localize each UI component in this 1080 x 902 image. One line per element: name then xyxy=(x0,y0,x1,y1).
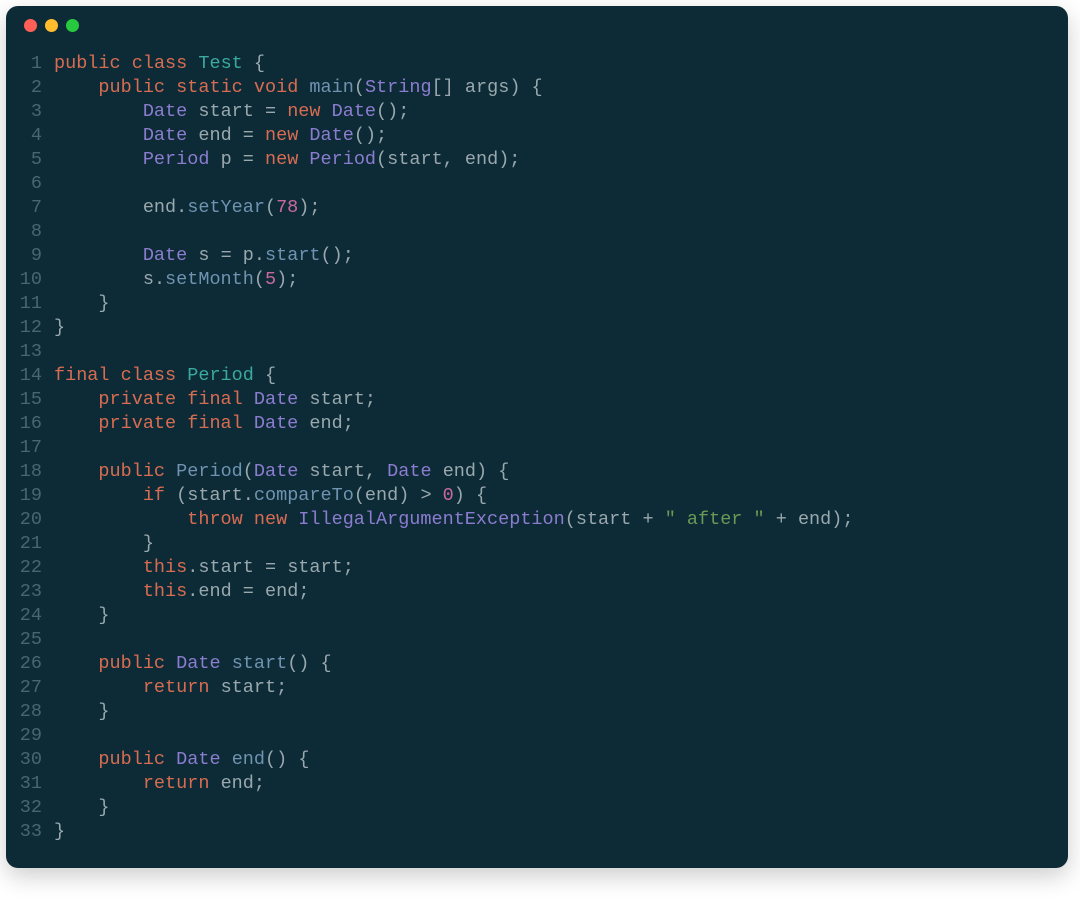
line-number: 24 xyxy=(6,604,54,628)
line-number: 2 xyxy=(6,76,54,100)
code-line[interactable]: 14final class Period { xyxy=(6,364,1068,388)
line-number: 13 xyxy=(6,340,54,364)
code-content[interactable]: throw new IllegalArgumentException(start… xyxy=(54,508,853,532)
code-line[interactable]: 3 Date start = new Date(); xyxy=(6,100,1068,124)
code-line[interactable]: 20 throw new IllegalArgumentException(st… xyxy=(6,508,1068,532)
line-number: 28 xyxy=(6,700,54,724)
code-line[interactable]: 23 this.end = end; xyxy=(6,580,1068,604)
code-line[interactable]: 26 public Date start() { xyxy=(6,652,1068,676)
code-content[interactable]: this.start = start; xyxy=(54,556,354,580)
code-line[interactable]: 7 end.setYear(78); xyxy=(6,196,1068,220)
line-number: 4 xyxy=(6,124,54,148)
code-line[interactable]: 31 return end; xyxy=(6,772,1068,796)
code-line[interactable]: 9 Date s = p.start(); xyxy=(6,244,1068,268)
line-number: 15 xyxy=(6,388,54,412)
line-number: 29 xyxy=(6,724,54,748)
code-line[interactable]: 19 if (start.compareTo(end) > 0) { xyxy=(6,484,1068,508)
code-content[interactable]: public Period(Date start, Date end) { xyxy=(54,460,509,484)
titlebar xyxy=(6,6,1068,44)
line-number: 9 xyxy=(6,244,54,268)
line-number: 5 xyxy=(6,148,54,172)
code-line[interactable]: 2 public static void main(String[] args)… xyxy=(6,76,1068,100)
line-number: 12 xyxy=(6,316,54,340)
code-content[interactable]: Date end = new Date(); xyxy=(54,124,387,148)
line-number: 19 xyxy=(6,484,54,508)
code-content[interactable]: } xyxy=(54,604,110,628)
code-line[interactable]: 13 xyxy=(6,340,1068,364)
line-number: 7 xyxy=(6,196,54,220)
code-content[interactable]: } xyxy=(54,316,65,340)
code-content[interactable]: return start; xyxy=(54,676,287,700)
line-number: 30 xyxy=(6,748,54,772)
line-number: 14 xyxy=(6,364,54,388)
line-number: 31 xyxy=(6,772,54,796)
code-line[interactable]: 10 s.setMonth(5); xyxy=(6,268,1068,292)
code-line[interactable]: 24 } xyxy=(6,604,1068,628)
line-number: 3 xyxy=(6,100,54,124)
line-number: 10 xyxy=(6,268,54,292)
line-number: 18 xyxy=(6,460,54,484)
minimize-dot-icon[interactable] xyxy=(45,19,58,32)
editor-window: 1public class Test {2 public static void… xyxy=(6,6,1068,868)
code-line[interactable]: 1public class Test { xyxy=(6,52,1068,76)
code-content[interactable]: Period p = new Period(start, end); xyxy=(54,148,520,172)
close-dot-icon[interactable] xyxy=(24,19,37,32)
code-line[interactable]: 6 xyxy=(6,172,1068,196)
line-number: 6 xyxy=(6,172,54,196)
line-number: 33 xyxy=(6,820,54,844)
code-line[interactable]: 17 xyxy=(6,436,1068,460)
line-number: 16 xyxy=(6,412,54,436)
code-content[interactable]: s.setMonth(5); xyxy=(54,268,298,292)
code-content[interactable]: private final Date end; xyxy=(54,412,354,436)
line-number: 8 xyxy=(6,220,54,244)
line-number: 27 xyxy=(6,676,54,700)
code-content[interactable]: end.setYear(78); xyxy=(54,196,321,220)
code-content[interactable]: } xyxy=(54,700,110,724)
code-editor[interactable]: 1public class Test {2 public static void… xyxy=(6,44,1068,844)
code-line[interactable]: 27 return start; xyxy=(6,676,1068,700)
code-content[interactable]: this.end = end; xyxy=(54,580,309,604)
code-content[interactable]: } xyxy=(54,796,110,820)
code-content[interactable]: } xyxy=(54,820,65,844)
code-line[interactable]: 15 private final Date start; xyxy=(6,388,1068,412)
code-content[interactable]: final class Period { xyxy=(54,364,276,388)
code-line[interactable]: 8 xyxy=(6,220,1068,244)
line-number: 11 xyxy=(6,292,54,316)
code-content[interactable]: public class Test { xyxy=(54,52,265,76)
code-line[interactable]: 22 this.start = start; xyxy=(6,556,1068,580)
code-content[interactable]: return end; xyxy=(54,772,265,796)
line-number: 32 xyxy=(6,796,54,820)
code-content[interactable]: } xyxy=(54,292,110,316)
code-content[interactable]: if (start.compareTo(end) > 0) { xyxy=(54,484,487,508)
line-number: 25 xyxy=(6,628,54,652)
code-content[interactable]: public Date start() { xyxy=(54,652,332,676)
code-content[interactable]: Date start = new Date(); xyxy=(54,100,409,124)
code-content[interactable]: private final Date start; xyxy=(54,388,376,412)
code-line[interactable]: 18 public Period(Date start, Date end) { xyxy=(6,460,1068,484)
code-line[interactable]: 30 public Date end() { xyxy=(6,748,1068,772)
line-number: 20 xyxy=(6,508,54,532)
line-number: 1 xyxy=(6,52,54,76)
code-line[interactable]: 32 } xyxy=(6,796,1068,820)
code-line[interactable]: 29 xyxy=(6,724,1068,748)
code-line[interactable]: 5 Period p = new Period(start, end); xyxy=(6,148,1068,172)
code-content[interactable]: Date s = p.start(); xyxy=(54,244,354,268)
line-number: 17 xyxy=(6,436,54,460)
code-line[interactable]: 16 private final Date end; xyxy=(6,412,1068,436)
code-content[interactable]: public Date end() { xyxy=(54,748,309,772)
code-line[interactable]: 11 } xyxy=(6,292,1068,316)
code-line[interactable]: 33} xyxy=(6,820,1068,844)
code-line[interactable]: 25 xyxy=(6,628,1068,652)
code-line[interactable]: 12} xyxy=(6,316,1068,340)
line-number: 22 xyxy=(6,556,54,580)
line-number: 21 xyxy=(6,532,54,556)
line-number: 23 xyxy=(6,580,54,604)
code-line[interactable]: 21 } xyxy=(6,532,1068,556)
code-content[interactable]: public static void main(String[] args) { xyxy=(54,76,543,100)
code-line[interactable]: 28 } xyxy=(6,700,1068,724)
code-line[interactable]: 4 Date end = new Date(); xyxy=(6,124,1068,148)
line-number: 26 xyxy=(6,652,54,676)
zoom-dot-icon[interactable] xyxy=(66,19,79,32)
code-content[interactable]: } xyxy=(54,532,154,556)
